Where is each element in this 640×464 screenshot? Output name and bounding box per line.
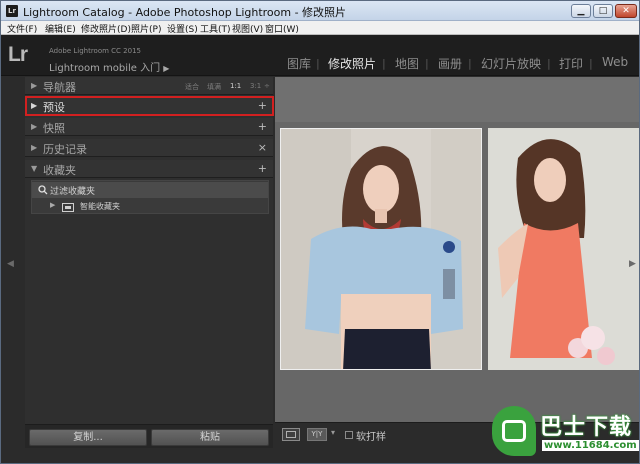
menu-view[interactable]: 视图(V) xyxy=(232,22,263,35)
collapse-left-panel-icon[interactable]: ◀ xyxy=(7,259,14,269)
search-icon xyxy=(38,185,48,195)
zoom-fill[interactable]: 填满 xyxy=(207,82,221,92)
window-title: Lightroom Catalog - Adobe Photoshop Ligh… xyxy=(23,6,347,19)
zoom-3-1[interactable]: 3:1 xyxy=(250,82,261,90)
title-bar: Lr Lightroom Catalog - Adobe Photoshop L… xyxy=(1,1,639,21)
watermark-logo-icon xyxy=(492,406,536,456)
expand-triangle-icon: ▶ xyxy=(31,143,38,152)
loupe-view-icon xyxy=(286,431,296,438)
module-map[interactable]: 地图 xyxy=(395,55,419,72)
play-arrow-icon: ▶ xyxy=(163,64,170,73)
loupe-view-button[interactable] xyxy=(282,428,300,441)
app-icon: Lr xyxy=(6,5,18,17)
compare-view-button[interactable]: Y|Y xyxy=(307,428,327,441)
soft-proofing-checkbox[interactable] xyxy=(345,431,353,439)
menu-settings[interactable]: 设置(S) xyxy=(167,22,198,35)
navigator-label: 导航器 xyxy=(43,81,76,94)
module-separator: | xyxy=(547,57,551,70)
module-separator: | xyxy=(468,57,472,70)
module-library[interactable]: 图库 xyxy=(287,55,311,72)
smart-collection-row[interactable]: ▶ 智能收藏夹 xyxy=(32,199,268,215)
module-develop[interactable]: 修改照片 xyxy=(328,55,376,72)
menu-window[interactable]: 窗口(W) xyxy=(265,22,299,35)
add-collection-icon[interactable]: + xyxy=(258,162,267,175)
paste-button[interactable]: 粘贴 xyxy=(151,429,269,446)
menu-develop[interactable]: 修改照片(D) xyxy=(81,22,131,35)
snapshots-label: 快照 xyxy=(43,122,65,135)
portrait-photo-image xyxy=(281,129,481,369)
copy-button[interactable]: 复制... xyxy=(29,429,147,446)
lightroom-logo: Lr xyxy=(8,43,28,66)
smart-collection-icon xyxy=(62,203,74,212)
collapse-right-panel-icon[interactable]: ▶ xyxy=(629,259,636,269)
clear-history-icon[interactable]: × xyxy=(258,141,267,154)
minimize-button[interactable]: ▁ xyxy=(571,4,591,18)
history-header[interactable]: ▶ 历史记录 × xyxy=(25,139,273,157)
module-print[interactable]: 打印 xyxy=(559,55,583,72)
zoom-fit[interactable]: 适合 xyxy=(185,82,199,92)
second-photo[interactable] xyxy=(488,128,639,370)
smart-collection-label: 智能收藏夹 xyxy=(80,202,120,211)
menu-photo[interactable]: 照片(P) xyxy=(131,22,161,35)
identity-plate: Lr Adobe Lightroom CC 2015 Lightroom mob… xyxy=(1,35,639,76)
watermark: 巴士下载 www.11684.com xyxy=(490,403,640,463)
zoom-dropdown-icon[interactable]: ÷ xyxy=(264,82,270,90)
photo-canvas[interactable] xyxy=(275,77,639,422)
module-web[interactable]: Web xyxy=(602,55,628,69)
main-photo[interactable] xyxy=(280,128,482,370)
collapse-triangle-icon: ▼ xyxy=(31,164,38,173)
mobile-link[interactable]: Lightroom mobile 入门 ▶ xyxy=(49,59,169,74)
product-name: Adobe Lightroom CC 2015 xyxy=(49,47,141,55)
menu-tools[interactable]: 工具(T) xyxy=(200,22,231,35)
zoom-1-1[interactable]: 1:1 xyxy=(230,82,241,90)
module-slideshow[interactable]: 幻灯片放映 xyxy=(481,55,541,72)
left-panel: ▶ 导航器 适合 填满 1:1 3:1 ÷ ▶ 预设 + ▶ 快照 + ▶ 历史… xyxy=(25,77,274,448)
menu-bar: 文件(F) 编辑(E) 修改照片(D) 照片(P) 设置(S) 工具(T) 视图… xyxy=(1,21,639,35)
menu-edit[interactable]: 编辑(E) xyxy=(45,22,76,35)
navigator-header[interactable]: ▶ 导航器 适合 填满 1:1 3:1 ÷ xyxy=(25,77,273,95)
expand-triangle-icon: ▶ xyxy=(31,122,38,131)
expand-triangle-icon[interactable]: ▶ xyxy=(50,201,55,209)
presets-highlight-box xyxy=(25,96,274,116)
left-panel-bottom-bar: 复制... 粘贴 xyxy=(25,424,273,448)
filter-collections-input[interactable]: 过滤收藏夹 xyxy=(50,184,95,197)
collections-list: 过滤收藏夹 ▶ 智能收藏夹 xyxy=(31,180,269,214)
module-separator: | xyxy=(382,57,386,70)
collections-label: 收藏夹 xyxy=(43,164,76,177)
collections-header[interactable]: ▼ 收藏夹 + xyxy=(25,160,273,178)
close-button[interactable]: ✕ xyxy=(615,4,637,18)
maximize-button[interactable]: □ xyxy=(593,4,613,18)
soft-proofing-label: 软打样 xyxy=(356,432,386,443)
add-snapshot-icon[interactable]: + xyxy=(258,120,267,133)
history-label: 历史记录 xyxy=(43,143,87,156)
module-separator: | xyxy=(316,57,320,70)
snapshots-header[interactable]: ▶ 快照 + xyxy=(25,118,273,136)
module-separator: | xyxy=(425,57,429,70)
portrait-photo-image xyxy=(488,128,639,370)
expand-triangle-icon: ▶ xyxy=(31,81,38,90)
module-book[interactable]: 画册 xyxy=(438,55,462,72)
app-window: Lr Lightroom Catalog - Adobe Photoshop L… xyxy=(0,0,640,464)
watermark-url: www.11684.com xyxy=(542,440,639,451)
mobile-link-label: Lightroom mobile 入门 xyxy=(49,63,161,74)
view-dropdown-icon[interactable]: ▾ xyxy=(331,428,335,437)
canvas-top-band xyxy=(275,77,639,122)
watermark-brand: 巴士下载 xyxy=(540,415,633,440)
filter-collections-row[interactable]: 过滤收藏夹 xyxy=(32,182,268,198)
menu-file[interactable]: 文件(F) xyxy=(7,22,37,35)
module-separator: | xyxy=(589,57,593,70)
